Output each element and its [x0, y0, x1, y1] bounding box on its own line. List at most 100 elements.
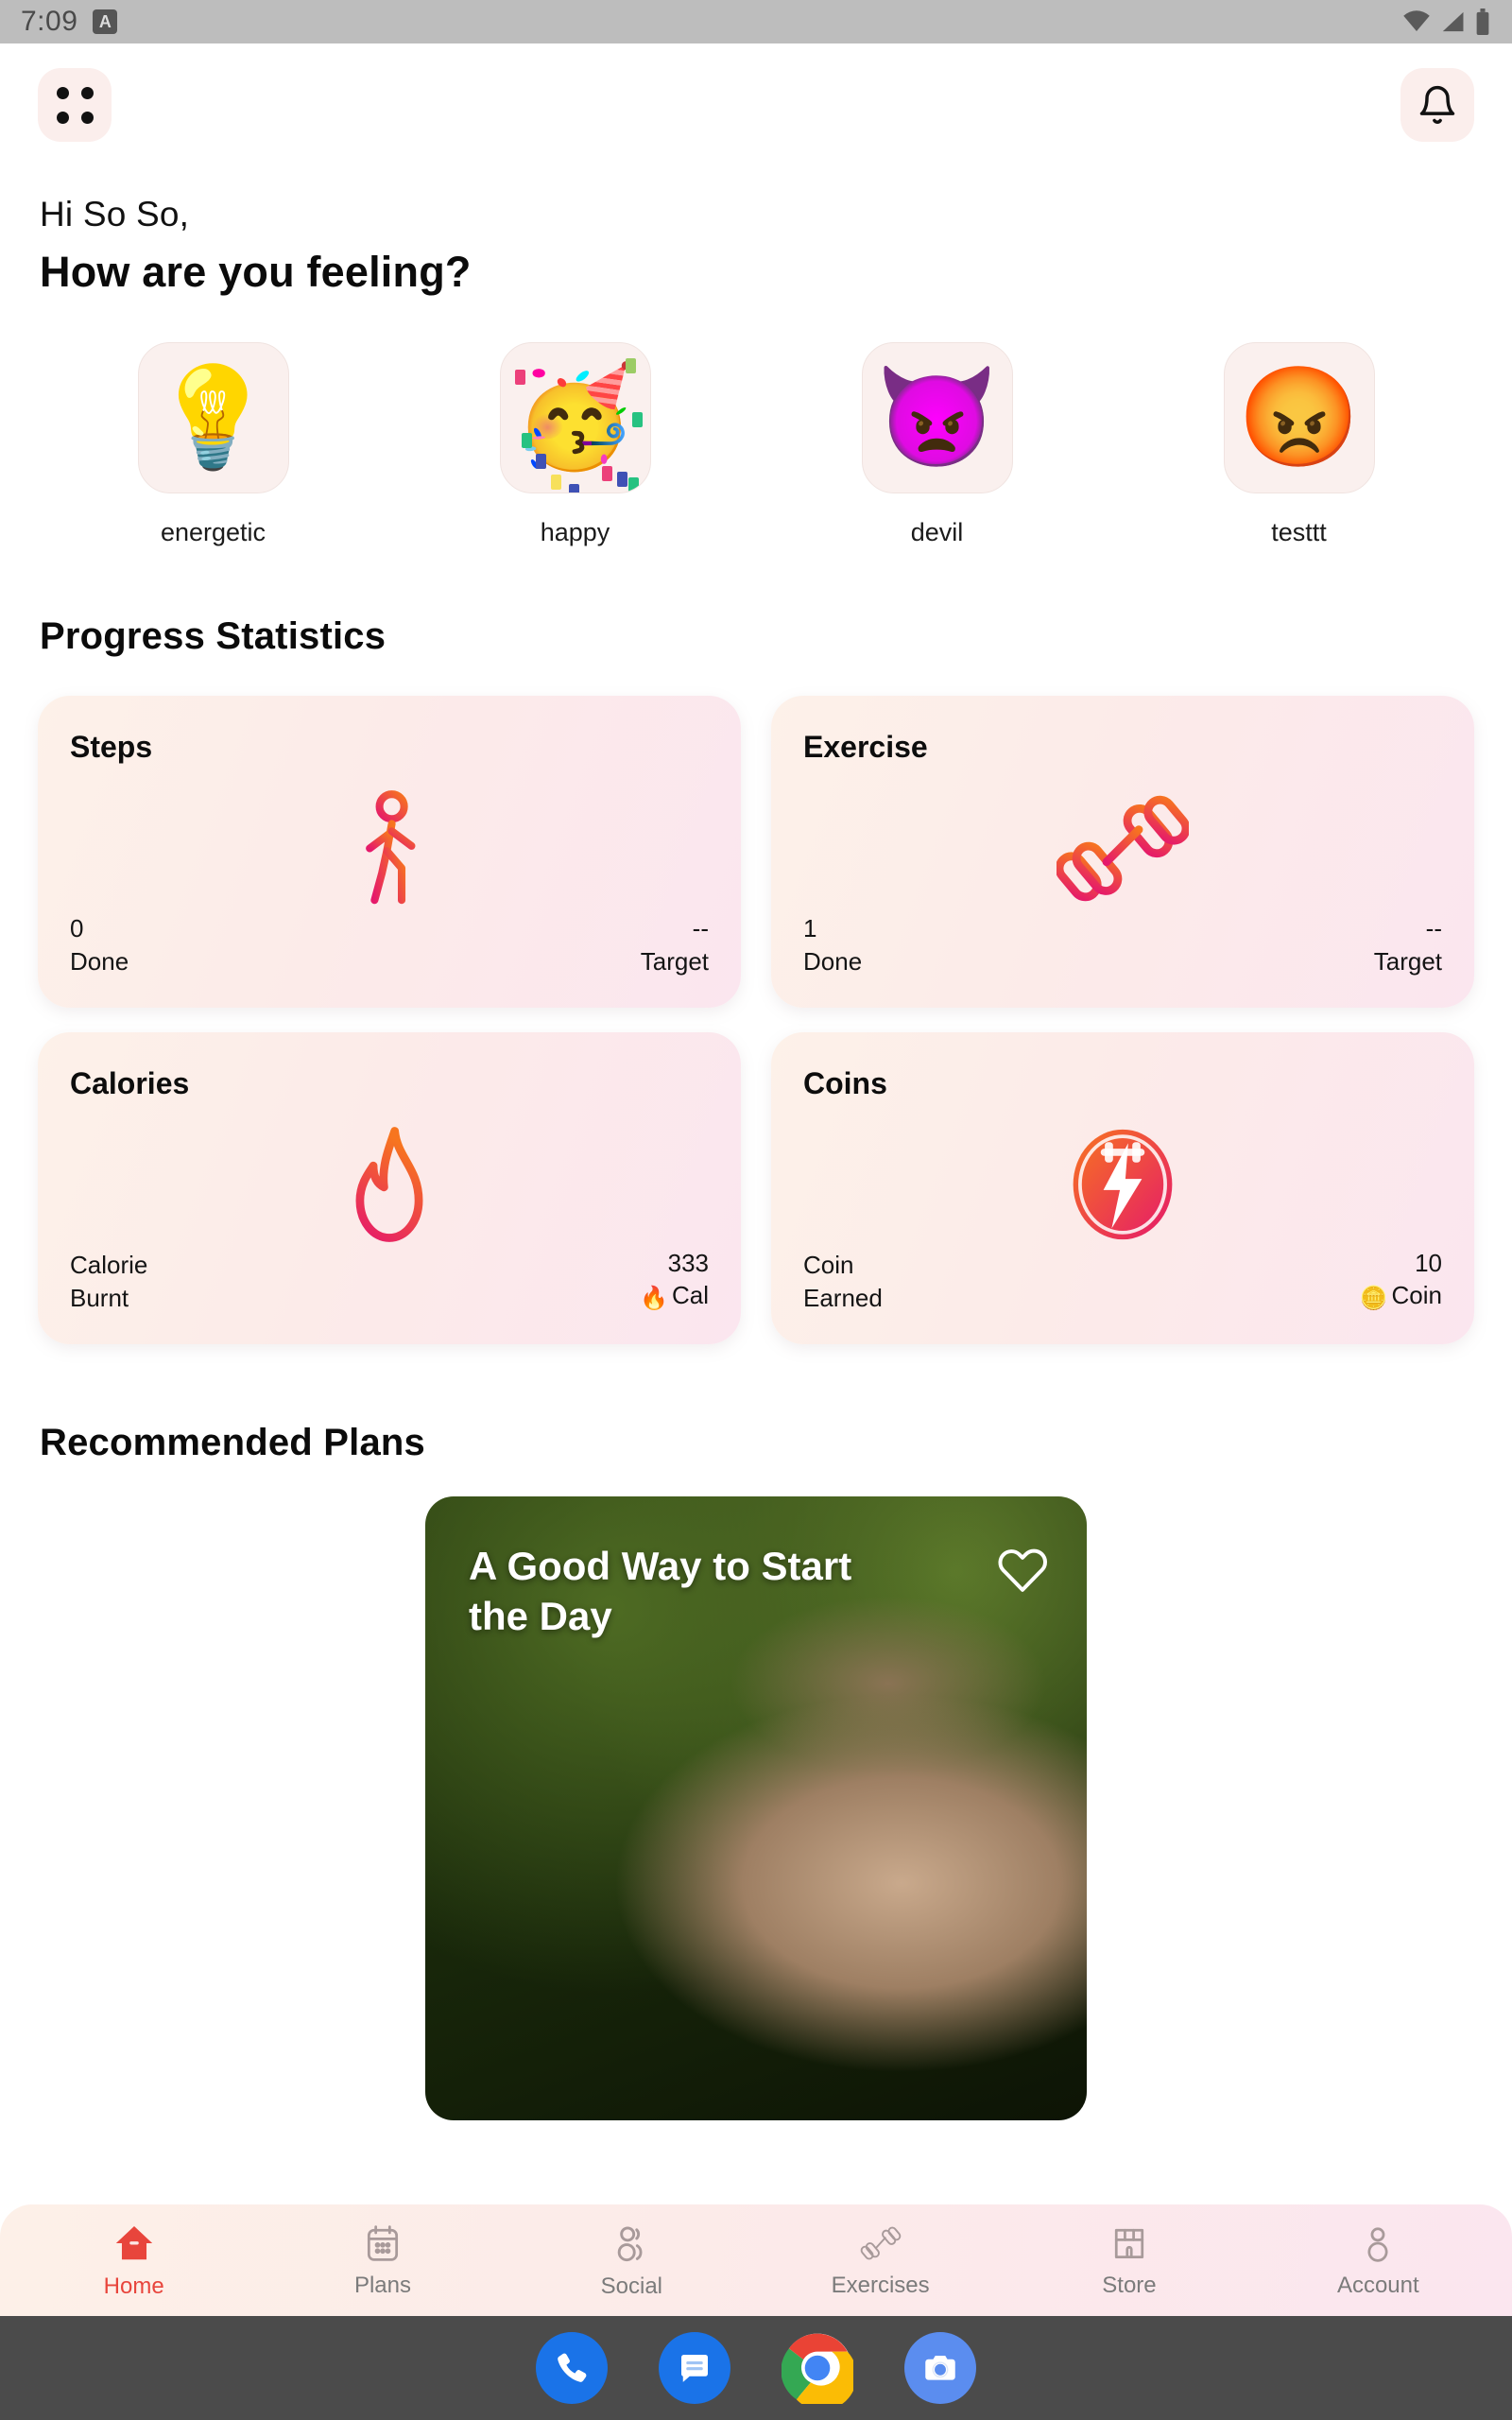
stat-card-footer: Calorie Burnt 333 🔥 Cal	[70, 1247, 709, 1314]
status-bar-clock: 7:09	[21, 6, 78, 37]
mood-label: energetic	[160, 518, 266, 546]
status-bar-left: 7:09 A	[21, 6, 118, 38]
mood-label: devil	[910, 518, 964, 546]
app-screen: 7:09 A Hi So So, How are you feeling? 💡 …	[0, 0, 1512, 2420]
nav-item-store[interactable]: Store	[1044, 2222, 1214, 2299]
stat-value-column: 10 🪙 Coin	[1360, 1247, 1442, 1314]
status-bar-right	[1402, 9, 1491, 35]
mood-option-happy[interactable]: 🥳 happy	[467, 342, 684, 547]
mood-option-testtt[interactable]: 😡 testtt	[1191, 342, 1408, 547]
devil-emoji: 👿	[875, 363, 999, 473]
recommended-plans-list: A Good Way to Start the Day	[0, 1464, 1512, 2120]
greeting-question: How are you feeling?	[40, 248, 472, 296]
shop-icon	[1114, 2228, 1144, 2258]
stat-coin-unit: Coin	[1391, 1281, 1442, 1310]
mood-tile[interactable]: 🥳	[499, 342, 651, 493]
stat-card-title: Exercise	[803, 730, 928, 764]
person-icon	[1367, 2226, 1388, 2262]
angry-face-emoji: 😡	[1237, 363, 1361, 473]
grid-menu-icon	[56, 86, 94, 124]
stat-coin-unit-row: 🪙 Coin	[1360, 1279, 1442, 1314]
greeting-name: Hi So So,	[40, 195, 190, 233]
nav-label: Social	[600, 2273, 662, 2299]
mood-selector: 💡 energetic 🥳 happy 👿 devil 😡 testtt	[0, 297, 1512, 547]
stat-card-steps[interactable]: Steps 0 Done -- Target	[38, 696, 741, 1008]
flame-icon	[38, 1114, 741, 1255]
heart-outline-icon[interactable]	[996, 1542, 1049, 1595]
camera-icon	[925, 2356, 955, 2380]
nav-label: Exercises	[831, 2272, 930, 2298]
mood-option-devil[interactable]: 👿 devil	[829, 342, 1046, 547]
greeting-block: Hi So So, How are you feeling?	[0, 166, 1512, 297]
nav-item-plans[interactable]: Plans	[298, 2222, 468, 2299]
app-bar	[0, 43, 1512, 166]
nav-item-exercises[interactable]: Exercises	[796, 2222, 966, 2299]
stat-value-column: 333 🔥 Cal	[640, 1247, 709, 1314]
progress-statistics-grid: Steps 0 Done -- Target Exercise 1 Done -…	[0, 658, 1512, 1344]
mood-label: happy	[540, 518, 610, 546]
mood-tile[interactable]: 👿	[861, 342, 1013, 493]
notification-button[interactable]	[1400, 68, 1474, 142]
flame-emoji: 🔥	[640, 1286, 668, 1312]
phone-app-button[interactable]	[536, 2332, 608, 2404]
plan-card-header: A Good Way to Start the Day	[425, 1542, 1087, 1642]
stat-card-exercise[interactable]: Exercise 1 Done -- Target	[771, 696, 1474, 1008]
messages-app-button[interactable]	[659, 2332, 730, 2404]
nav-label: Store	[1102, 2272, 1157, 2298]
light-bulb-emoji: 💡	[151, 363, 275, 473]
stat-label-column: Calorie Burnt	[70, 1249, 147, 1314]
nav-label: Home	[103, 2273, 164, 2299]
nav-item-account[interactable]: Account	[1293, 2222, 1463, 2299]
people-icon	[618, 2225, 643, 2261]
stat-target-label: Target	[1373, 946, 1442, 976]
messages-icon	[680, 2355, 708, 2382]
stat-target-column: -- Target	[1374, 912, 1442, 977]
dumbbell-icon	[771, 777, 1474, 919]
stat-card-title: Coins	[803, 1066, 887, 1100]
coin-emoji: 🪙	[1359, 1286, 1388, 1312]
stat-calorie-unit-row: 🔥 Cal	[640, 1279, 709, 1314]
stat-card-calories[interactable]: Calories Calorie Burnt 333 🔥 Cal	[38, 1032, 741, 1344]
stat-card-footer: Coin Earned 10 🪙 Coin	[803, 1247, 1442, 1314]
alarm-badge-icon: A	[93, 9, 118, 34]
phone-icon	[558, 2353, 587, 2382]
home-icon	[115, 2225, 152, 2259]
stat-card-footer: 0 Done -- Target	[70, 912, 709, 977]
bell-icon	[1419, 86, 1455, 124]
nav-label: Account	[1336, 2272, 1419, 2298]
stat-card-title: Steps	[70, 730, 153, 764]
battery-icon	[1476, 9, 1489, 35]
stat-card-footer: 1 Done -- Target	[803, 912, 1442, 977]
mood-tile[interactable]: 😡	[1223, 342, 1375, 493]
progress-statistics-heading: Progress Statistics	[40, 615, 387, 657]
stat-target-label: Target	[640, 946, 709, 976]
stat-done-label: Done	[803, 946, 863, 976]
stat-done-label: Done	[70, 946, 129, 976]
stat-target-column: -- Target	[641, 912, 709, 977]
nav-item-social[interactable]: Social	[546, 2221, 716, 2300]
stat-calorie-unit: Cal	[671, 1281, 709, 1310]
camera-app-button[interactable]	[904, 2332, 976, 2404]
nav-item-home[interactable]: Home	[49, 2221, 219, 2300]
mood-option-energetic[interactable]: 💡 energetic	[105, 342, 322, 547]
stat-done-column: 0 Done	[70, 912, 129, 977]
stat-burnt-word: Burnt	[70, 1283, 129, 1312]
stat-card-coins[interactable]: Coins Coin Earned 10 🪙 Coin	[771, 1032, 1474, 1344]
wifi-icon	[1403, 10, 1430, 31]
mood-tile[interactable]: 💡	[137, 342, 289, 493]
stat-label-column: Coin Earned	[803, 1249, 883, 1314]
stat-done-column: 1 Done	[803, 912, 862, 977]
chrome-app-button[interactable]	[782, 2332, 853, 2404]
nav-label: Plans	[353, 2272, 411, 2298]
chrome-icon	[782, 2333, 853, 2404]
lightning-coin-icon	[771, 1114, 1474, 1255]
calendar-icon	[367, 2224, 399, 2261]
walking-person-icon	[38, 777, 741, 919]
cellular-signal-icon	[1442, 11, 1464, 32]
stat-card-title: Calories	[70, 1066, 190, 1100]
plan-card-title: A Good Way to Start the Day	[469, 1544, 852, 1638]
grid-menu-button[interactable]	[38, 68, 112, 142]
recommended-plans-heading: Recommended Plans	[40, 1422, 425, 1463]
plan-card[interactable]: A Good Way to Start the Day	[425, 1496, 1087, 2120]
android-dock	[0, 2316, 1512, 2420]
